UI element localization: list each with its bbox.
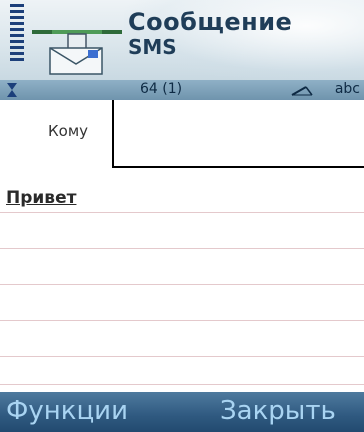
- header-title: Сообщение: [128, 8, 293, 36]
- close-softkey[interactable]: Закрыть: [220, 396, 336, 426]
- recipient-label: Кому: [48, 122, 89, 140]
- text-line: [0, 212, 364, 213]
- recipient-row: Кому: [0, 100, 364, 170]
- recipient-field[interactable]: [112, 100, 364, 168]
- message-body[interactable]: Привет: [0, 170, 364, 392]
- message-envelope-icon: [32, 30, 122, 75]
- status-bar: 64 (1) abc: [0, 80, 364, 100]
- softkey-bar: Функции Закрыть: [0, 392, 364, 432]
- header-subtitle: SMS: [128, 35, 177, 59]
- message-text: Привет: [6, 188, 77, 208]
- pen-icon: [291, 86, 313, 96]
- text-line: [0, 356, 364, 357]
- options-softkey[interactable]: Функции: [6, 396, 128, 426]
- character-counter: 64 (1): [140, 81, 183, 97]
- hourglass-icon: [7, 83, 17, 97]
- text-line: [0, 384, 364, 385]
- text-line: [0, 320, 364, 321]
- app-header: Сообщение SMS: [0, 0, 364, 80]
- signal-strength-icon: [10, 4, 24, 72]
- text-line: [0, 284, 364, 285]
- text-line: [0, 248, 364, 249]
- input-mode-indicator: abc: [334, 81, 360, 97]
